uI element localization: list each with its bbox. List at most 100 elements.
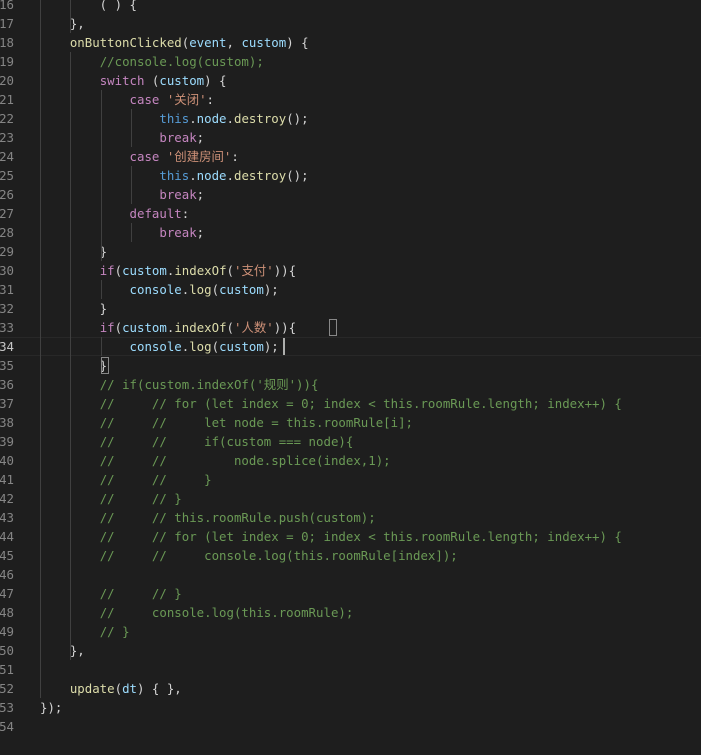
code-line[interactable]: 23 break;	[0, 128, 701, 147]
code-line[interactable]: 26 break;	[0, 185, 701, 204]
code-text[interactable]: // // let node = this.roomRule[i];	[40, 413, 413, 432]
code-text[interactable]: // // }	[40, 584, 182, 603]
code-line[interactable]: 16 ( ) {	[0, 0, 701, 14]
bracket-match-highlight	[329, 319, 337, 336]
code-token: this	[159, 111, 190, 126]
code-line[interactable]: 33 if(custom.indexOf('人数')){	[0, 318, 701, 337]
line-number: 17	[0, 16, 14, 31]
code-line[interactable]: 27 default:	[0, 204, 701, 223]
code-text[interactable]: console.log(custom);	[40, 280, 279, 299]
code-text[interactable]: break;	[40, 223, 204, 242]
code-token: (	[211, 339, 220, 354]
code-line[interactable]: 28 break;	[0, 223, 701, 242]
code-line[interactable]: 37 // // for (let index = 0; index < thi…	[0, 394, 701, 413]
code-text[interactable]: // if(custom.indexOf('规则')){	[40, 375, 319, 394]
code-text[interactable]: // // for (let index = 0; index < this.r…	[40, 527, 622, 546]
code-line[interactable]: 51	[0, 660, 701, 679]
code-token: // if(custom.indexOf('规则')){	[99, 377, 319, 392]
code-line[interactable]: 18 onButtonClicked(event, custom) {	[0, 33, 701, 52]
code-text[interactable]: // // for (let index = 0; index < this.r…	[40, 394, 622, 413]
indent-guide	[70, 0, 71, 33]
code-text[interactable]: onButtonClicked(event, custom) {	[40, 33, 309, 52]
code-token: case	[129, 149, 160, 164]
code-text[interactable]: console.log(custom);	[40, 338, 279, 355]
code-text[interactable]: case '关闭':	[40, 90, 214, 109]
indent-guide	[40, 0, 41, 698]
code-text[interactable]: },	[40, 641, 85, 660]
code-text[interactable]: },	[40, 14, 85, 33]
code-token: // // let node = this.roomRule[i];	[99, 415, 413, 430]
code-text[interactable]: if(custom.indexOf('人数')){	[40, 318, 296, 337]
code-text[interactable]: }	[40, 356, 107, 375]
code-text[interactable]: });	[40, 698, 62, 717]
code-text[interactable]: //console.log(custom);	[40, 52, 264, 71]
code-text[interactable]: // // }	[40, 470, 212, 489]
code-line[interactable]: 20 switch (custom) {	[0, 71, 701, 90]
code-line[interactable]: 48 // console.log(this.roomRule);	[0, 603, 701, 622]
code-line[interactable]: 43 // // this.roomRule.push(custom);	[0, 508, 701, 527]
code-text[interactable]: }	[40, 299, 107, 318]
code-text[interactable]: default:	[40, 204, 190, 223]
line-number: 50	[0, 643, 14, 658]
code-token: onButtonClicked	[69, 35, 182, 50]
code-token: (	[114, 681, 123, 696]
code-line[interactable]: 49 // }	[0, 622, 701, 641]
code-token: (	[114, 320, 123, 335]
code-line[interactable]: 41 // // }	[0, 470, 701, 489]
code-text[interactable]: // // node.splice(index,1);	[40, 451, 391, 470]
code-text[interactable]: }	[40, 242, 107, 261]
code-line[interactable]: 44 // // for (let index = 0; index < thi…	[0, 527, 701, 546]
code-line[interactable]: 40 // // node.splice(index,1);	[0, 451, 701, 470]
code-line[interactable]: 32 }	[0, 299, 701, 318]
code-text[interactable]: // console.log(this.roomRule);	[40, 603, 354, 622]
code-line[interactable]: 25 this.node.destroy();	[0, 166, 701, 185]
code-line[interactable]: 52 update(dt) { },	[0, 679, 701, 698]
code-line[interactable]: 19 //console.log(custom);	[0, 52, 701, 71]
code-line[interactable]: 47 // // }	[0, 584, 701, 603]
code-text[interactable]: // // console.log(this.roomRule[index]);	[40, 546, 458, 565]
code-token: .	[226, 111, 234, 126]
code-line[interactable]: 29 }	[0, 242, 701, 261]
code-line[interactable]: 38 // // let node = this.roomRule[i];	[0, 413, 701, 432]
code-line[interactable]: 36 // if(custom.indexOf('规则')){	[0, 375, 701, 394]
code-text[interactable]: ( ) {	[40, 0, 137, 14]
code-line[interactable]: 24 case '创建房间':	[0, 147, 701, 166]
code-line[interactable]: 46	[0, 565, 701, 584]
line-number: 41	[0, 472, 14, 487]
code-text[interactable]: // }	[40, 622, 130, 641]
code-line[interactable]: 22 this.node.destroy();	[0, 109, 701, 128]
code-line[interactable]: 54	[0, 717, 701, 736]
indent-guide	[131, 166, 132, 204]
line-number: 37	[0, 396, 14, 411]
code-text[interactable]: break;	[40, 128, 204, 147]
code-line[interactable]: 17 },	[0, 14, 701, 33]
code-text[interactable]: // // }	[40, 489, 182, 508]
code-text[interactable]: break;	[40, 185, 204, 204]
code-line[interactable]: 30 if(custom.indexOf('支付')){	[0, 261, 701, 280]
line-number: 54	[0, 719, 14, 734]
code-text[interactable]: // // if(custom === node){	[40, 432, 354, 451]
code-token: log	[189, 282, 212, 297]
code-text[interactable]: switch (custom) {	[40, 71, 227, 90]
code-text[interactable]: this.node.destroy();	[40, 109, 308, 128]
line-number: 29	[0, 244, 14, 259]
code-line[interactable]: 21 case '关闭':	[0, 90, 701, 109]
code-line[interactable]: 50 },	[0, 641, 701, 660]
code-text[interactable]: update(dt) { },	[40, 679, 182, 698]
code-line[interactable]: 39 // // if(custom === node){	[0, 432, 701, 451]
code-line[interactable]: 34 console.log(custom);	[0, 337, 701, 356]
code-editor[interactable]: 16 ( ) {17 }, 18 onButtonClicked(event, c…	[0, 0, 701, 755]
line-number: 53	[0, 700, 14, 715]
code-text[interactable]: this.node.destroy();	[40, 166, 308, 185]
code-token: log	[189, 339, 212, 354]
code-line[interactable]: 42 // // }	[0, 489, 701, 508]
code-text[interactable]: if(custom.indexOf('支付')){	[40, 261, 296, 280]
code-text[interactable]: // // this.roomRule.push(custom);	[40, 508, 376, 527]
code-line[interactable]: 31 console.log(custom);	[0, 280, 701, 299]
code-line[interactable]: 45 // // console.log(this.roomRule[index…	[0, 546, 701, 565]
code-line[interactable]: 53});	[0, 698, 701, 717]
